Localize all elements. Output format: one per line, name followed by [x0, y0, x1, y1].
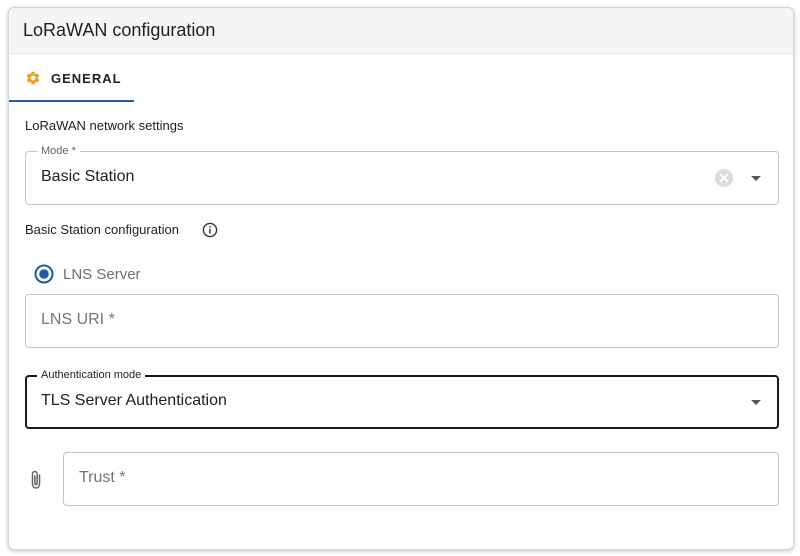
- tab-bar: GENERAL: [9, 54, 793, 102]
- network-settings-label: LoRaWAN network settings: [25, 118, 184, 133]
- lns-server-radio[interactable]: [34, 264, 54, 284]
- chevron-down-icon[interactable]: [748, 170, 764, 186]
- panel-title: LoRaWAN configuration: [23, 20, 216, 40]
- tab-general[interactable]: GENERAL: [9, 54, 134, 102]
- lorawan-config-panel: LoRaWAN configuration GENERAL LoRaWAN ne…: [8, 7, 794, 550]
- clear-icon[interactable]: [714, 168, 734, 188]
- auth-mode-legend: Authentication mode: [37, 369, 146, 381]
- mode-legend: Mode *: [37, 145, 80, 157]
- paperclip-icon[interactable]: [27, 469, 45, 491]
- lns-uri-input[interactable]: LNS URI *: [25, 294, 779, 348]
- lns-server-label: LNS Server: [63, 266, 141, 283]
- auth-mode-select[interactable]: Authentication mode TLS Server Authentic…: [25, 369, 779, 429]
- panel-header: LoRaWAN configuration: [9, 8, 793, 54]
- info-icon[interactable]: [202, 222, 218, 238]
- lns-uri-placeholder: LNS URI *: [41, 311, 115, 328]
- trust-input[interactable]: Trust *: [63, 452, 779, 506]
- mode-value: Basic Station: [41, 168, 135, 185]
- trust-placeholder: Trust *: [79, 469, 126, 486]
- tab-general-label: GENERAL: [51, 71, 122, 86]
- chevron-down-icon[interactable]: [748, 394, 764, 410]
- active-tab-indicator: [9, 100, 134, 102]
- basic-station-label: Basic Station configuration: [25, 222, 179, 237]
- mode-select[interactable]: Mode * Basic Station: [25, 145, 779, 205]
- auth-mode-value: TLS Server Authentication: [41, 392, 227, 409]
- gear-icon: [26, 71, 40, 85]
